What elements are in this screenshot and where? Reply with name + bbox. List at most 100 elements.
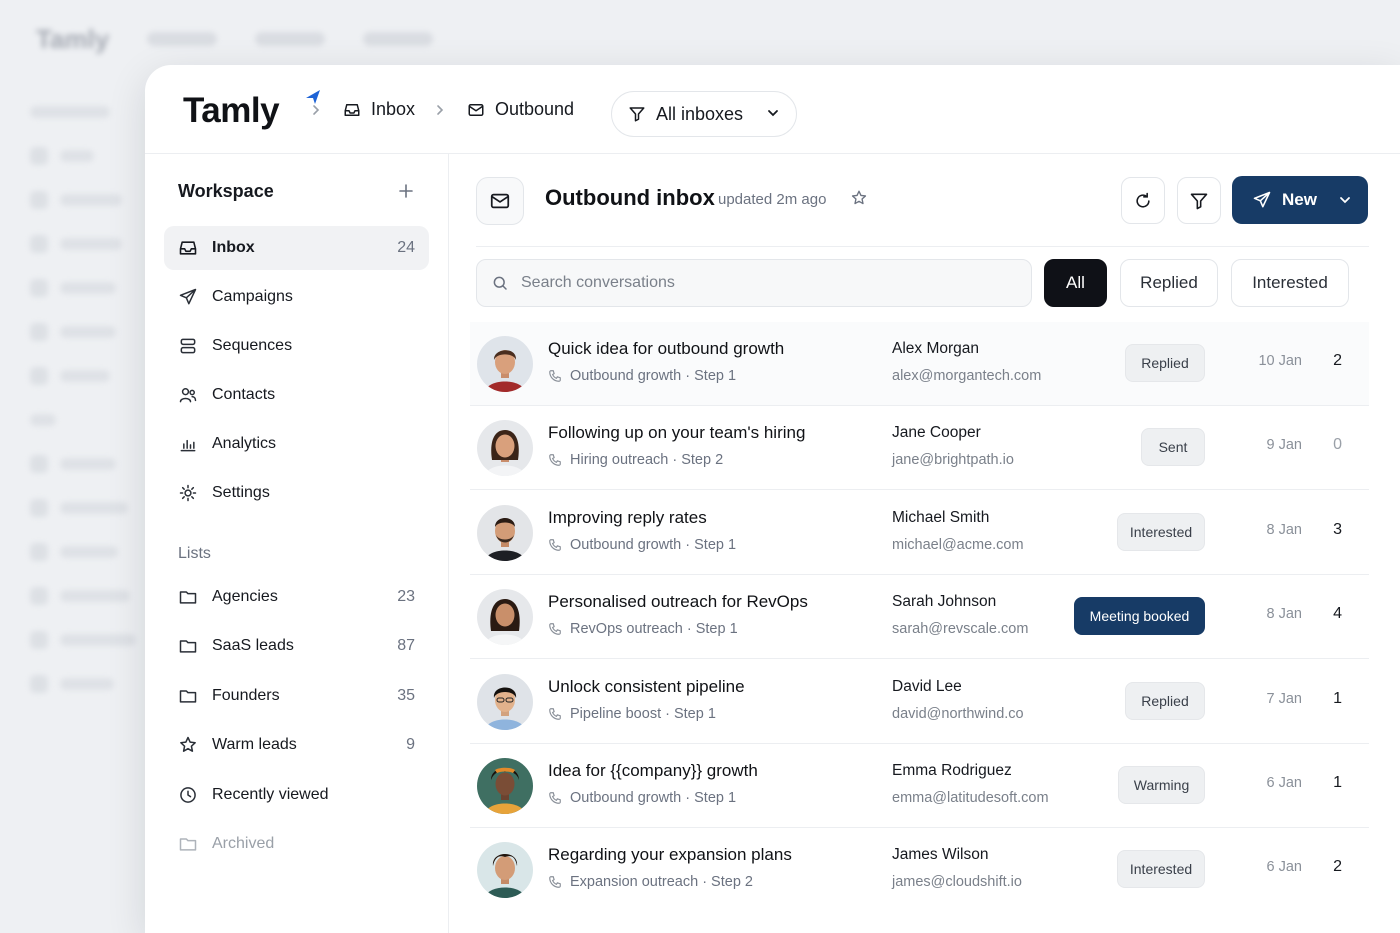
sidebar-list-agencies[interactable]: Agencies 23 [164,575,429,619]
star-icon [851,190,867,205]
phone-icon [549,792,561,804]
conversation-row[interactable]: Regarding your expansion plans Expansion… [470,828,1369,912]
background-nav-placeholder [147,32,218,46]
sidebar-item-label: Recently viewed [212,786,329,803]
plus-icon [399,184,413,198]
contact-email: michael@acme.com [892,537,1024,553]
sequence-label: Expansion outreach · Step 2 [570,874,753,890]
conversation-sequence: Pipeline boost · Step 1 [548,706,716,722]
sidebar-item-sequences[interactable]: Sequences [164,324,429,368]
sidebar-item-settings[interactable]: Settings [164,471,429,515]
sidebar-item-analytics[interactable]: Analytics [164,422,429,466]
conversation-subject: Idea for {{company}} growth [548,761,758,780]
conversation-date: 10 Jan [1258,353,1302,369]
background-nav-placeholder [255,32,326,46]
sidebar-item-count: 24 [397,239,415,256]
inbox-icon [343,101,361,119]
sidebar-item-label: Founders [212,687,280,704]
status-badge: Replied [1125,682,1205,720]
status-badge: Warming [1118,766,1205,804]
filter-button[interactable] [1177,177,1221,224]
app-logo[interactable]: Tamly [183,90,320,131]
workspace-title: Workspace [178,181,274,201]
conversation-row[interactable]: Idea for {{company}} growth Outbound gro… [470,744,1369,828]
filter-icon [628,105,646,123]
gear-icon [178,483,198,503]
conversation-row[interactable]: Following up on your team's hiring Hirin… [470,406,1369,490]
inbox-filter-dropdown[interactable]: All inboxes [611,91,797,137]
sidebar-list-founders[interactable]: Founders 35 [164,674,429,718]
logo-text: Tamly [183,91,280,130]
sidebar-item-campaigns[interactable]: Campaigns [164,275,429,319]
phone-icon [549,876,561,888]
background-sidebar [30,90,140,706]
sidebar-item-inbox[interactable]: Inbox 24 [164,226,429,270]
mail-icon [490,193,510,209]
tab-replied[interactable]: Replied [1120,259,1218,307]
phone-icon [549,708,561,720]
avatar [477,758,533,814]
sequence-label: Outbound growth · Step 1 [570,790,737,806]
sequence-label: Outbound growth · Step 1 [570,537,737,553]
sequence-label: Pipeline boost · Step 1 [570,706,716,722]
sidebar-list-archived[interactable]: Archived [164,822,429,866]
conversation-sequence: Expansion outreach · Step 2 [548,874,753,890]
avatar [477,505,533,561]
sequence-label: Outbound growth · Step 1 [570,368,737,384]
contact-name: Michael Smith [892,509,990,526]
send-icon [1253,191,1271,208]
folder-icon [178,636,198,656]
phone-icon [549,539,561,551]
sidebar-item-count: 87 [397,637,415,654]
search-bar [476,259,1032,307]
sidebar-item-label: Archived [212,835,275,852]
conversation-date: 6 Jan [1266,859,1302,875]
conversation-sequence: Outbound growth · Step 1 [548,537,736,553]
phone-icon [549,454,561,466]
refresh-button[interactable] [1121,177,1165,224]
conversation-sequence: RevOps outreach · Step 1 [548,621,738,637]
sidebar-list-saas-leads[interactable]: SaaS leads 87 [164,624,429,668]
background-nav-placeholder [363,32,434,46]
conversation-row[interactable]: Personalised outreach for RevOps RevOps … [470,575,1369,659]
add-workspace-button[interactable] [397,182,415,205]
sidebar-item-label: Sequences [212,337,293,354]
analytics-icon [178,434,198,454]
new-message-button[interactable]: New [1232,176,1368,224]
sidebar-item-count: 23 [397,588,415,605]
chevron-down-icon[interactable] [1338,192,1352,212]
conversation-subject: Following up on your team's hiring [548,423,806,442]
conversation-sequence: Outbound growth · Step 1 [548,368,736,384]
avatar [477,589,533,645]
status-badge: Meeting booked [1074,597,1205,635]
contact-email: jane@brightpath.io [892,452,1014,468]
conversation-date: 9 Jan [1266,437,1302,453]
phone-icon [549,623,561,635]
favorite-button[interactable] [850,189,868,212]
message-count: 1 [1333,774,1342,791]
contact-name: Alex Morgan [892,340,980,357]
conversation-row[interactable]: Quick idea for outbound growth Outbound … [470,322,1369,406]
message-count: 2 [1333,858,1342,875]
sidebar-item-label: Settings [212,484,270,501]
conversation-subject: Regarding your expansion plans [548,845,792,864]
breadcrumb-inbox[interactable]: Inbox [343,65,415,154]
breadcrumb-outbound[interactable]: Outbound [467,65,574,154]
sidebar-item-contacts[interactable]: Contacts [164,373,429,417]
sidebar-list-recently-viewed[interactable]: Recently viewed [164,773,429,817]
sequence-label: Hiring outreach · Step 2 [570,452,724,468]
contact-name: James Wilson [892,846,989,863]
avatar [477,674,533,730]
sidebar-item-label: Warm leads [212,736,297,753]
tab-interested[interactable]: Interested [1231,259,1349,307]
sidebar-list-warm-leads[interactable]: Warm leads 9 [164,723,429,767]
contact-email: alex@morgantech.com [892,368,1042,384]
conversation-row[interactable]: Unlock consistent pipeline Pipeline boos… [470,660,1369,744]
search-icon [493,276,507,290]
breadcrumb-separator-icon [435,103,445,119]
tab-all[interactable]: All [1044,259,1107,307]
contact-name: Sarah Johnson [892,593,997,610]
background-logo: Tamly [36,23,110,54]
search-input[interactable] [521,274,1001,292]
conversation-row[interactable]: Improving reply rates Outbound growth · … [470,491,1369,575]
